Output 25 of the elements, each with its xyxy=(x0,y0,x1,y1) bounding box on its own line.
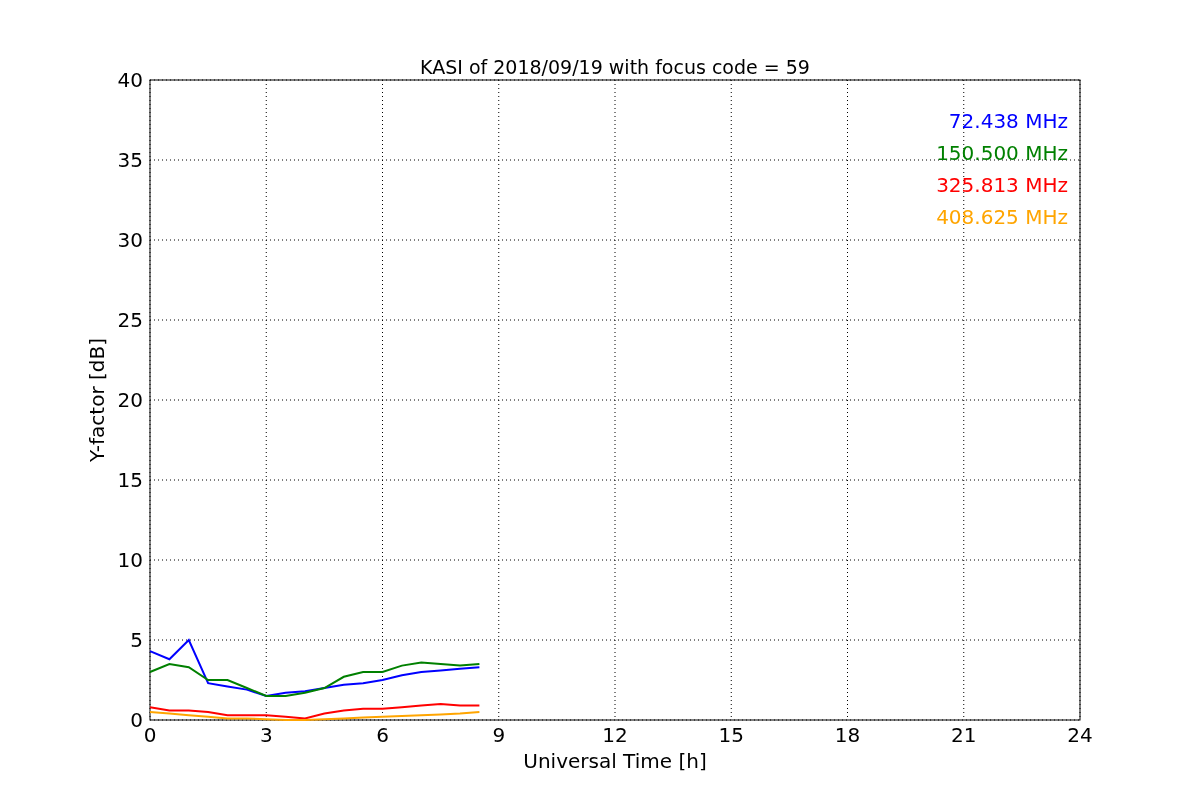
x-tick-label: 0 xyxy=(143,723,157,747)
x-tick-label: 6 xyxy=(376,723,389,747)
x-tick-label: 24 xyxy=(1067,723,1093,747)
x-tick-label: 9 xyxy=(492,723,506,747)
legend-label: 150.500 MHz xyxy=(936,141,1068,165)
y-tick-label: 0 xyxy=(130,708,143,732)
legend-label: 325.813 MHz xyxy=(936,173,1068,197)
legend-label: 408.625 MHz xyxy=(936,205,1068,229)
x-tick-label: 3 xyxy=(259,723,273,747)
y-tick-label: 40 xyxy=(117,68,143,92)
y-tick-label: 5 xyxy=(130,628,143,652)
y-tick-label: 25 xyxy=(117,308,143,332)
y-tick-label: 35 xyxy=(117,148,143,172)
chart-title: KASI of 2018/09/19 with focus code = 59 xyxy=(420,56,810,78)
x-tick-label: 18 xyxy=(834,723,861,747)
y-tick-label: 10 xyxy=(117,548,143,572)
legend-label: 72.438 MHz xyxy=(948,109,1068,133)
x-tick-label: 21 xyxy=(951,723,977,747)
x-tick-label: 15 xyxy=(718,723,744,747)
x-axis-label: Universal Time [h] xyxy=(523,749,707,773)
y-tick-label: 20 xyxy=(117,388,143,412)
y-axis-label: Y-factor [dB] xyxy=(85,338,109,462)
x-tick-label: 12 xyxy=(602,723,628,747)
y-tick-label: 30 xyxy=(117,228,143,252)
y-tick-label: 15 xyxy=(117,468,143,492)
